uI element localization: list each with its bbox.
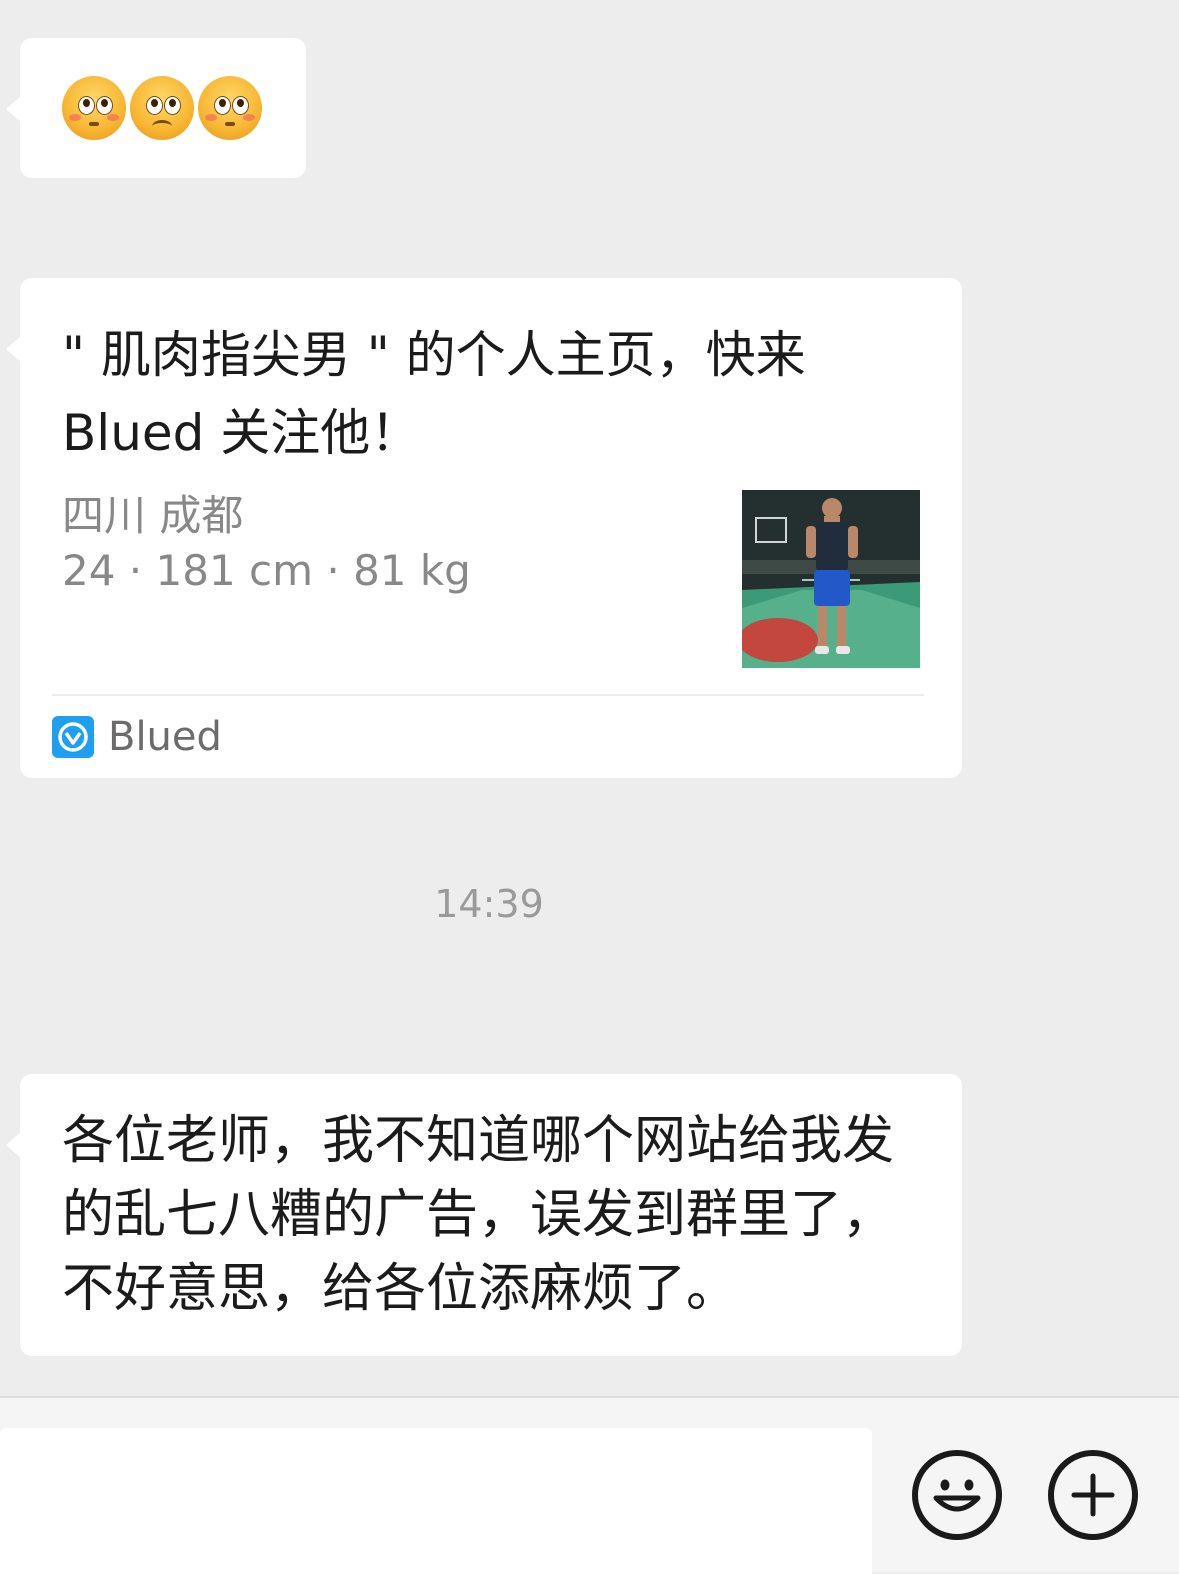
- text-message-content: 各位老师，我不知道哪个网站给我发的乱七八糟的广告，误发到群里了，不好意思，给各位…: [62, 1111, 895, 1319]
- link-card-location: 四川 成都: [62, 491, 244, 540]
- message-input[interactable]: [0, 1428, 872, 1574]
- plus-icon: [1071, 1473, 1115, 1517]
- link-card-divider: [52, 694, 924, 696]
- emoji-button[interactable]: [912, 1450, 1002, 1540]
- emoji-message-bubble[interactable]: [6, 38, 306, 178]
- emoji-row: [62, 76, 262, 140]
- frowning-face-emoji: [130, 76, 194, 140]
- link-card-source: Blued: [108, 714, 222, 760]
- link-card-message[interactable]: " 肌肉指尖男 " 的个人主页，快来Blued 关注他！ 四川 成都 24 · …: [6, 278, 962, 778]
- message-input-bar: [0, 1396, 1179, 1574]
- chat-message-list[interactable]: " 肌肉指尖男 " 的个人主页，快来Blued 关注他！ 四川 成都 24 · …: [0, 0, 1179, 1396]
- link-card-title: " 肌肉指尖男 " 的个人主页，快来Blued 关注他！: [62, 326, 806, 462]
- flushed-face-emoji: [198, 76, 262, 140]
- message-timestamp: 14:39: [434, 882, 544, 926]
- flushed-face-emoji: [62, 76, 126, 140]
- link-card-thumbnail: [742, 490, 920, 668]
- more-options-button[interactable]: [1048, 1450, 1138, 1540]
- blued-app-icon: [52, 716, 94, 758]
- text-message-bubble[interactable]: 各位老师，我不知道哪个网站给我发的乱七八糟的广告，误发到群里了，不好意思，给各位…: [6, 1074, 962, 1356]
- smiley-icon: [933, 1479, 981, 1512]
- link-card-stats: 24 · 181 cm · 81 kg: [62, 546, 471, 595]
